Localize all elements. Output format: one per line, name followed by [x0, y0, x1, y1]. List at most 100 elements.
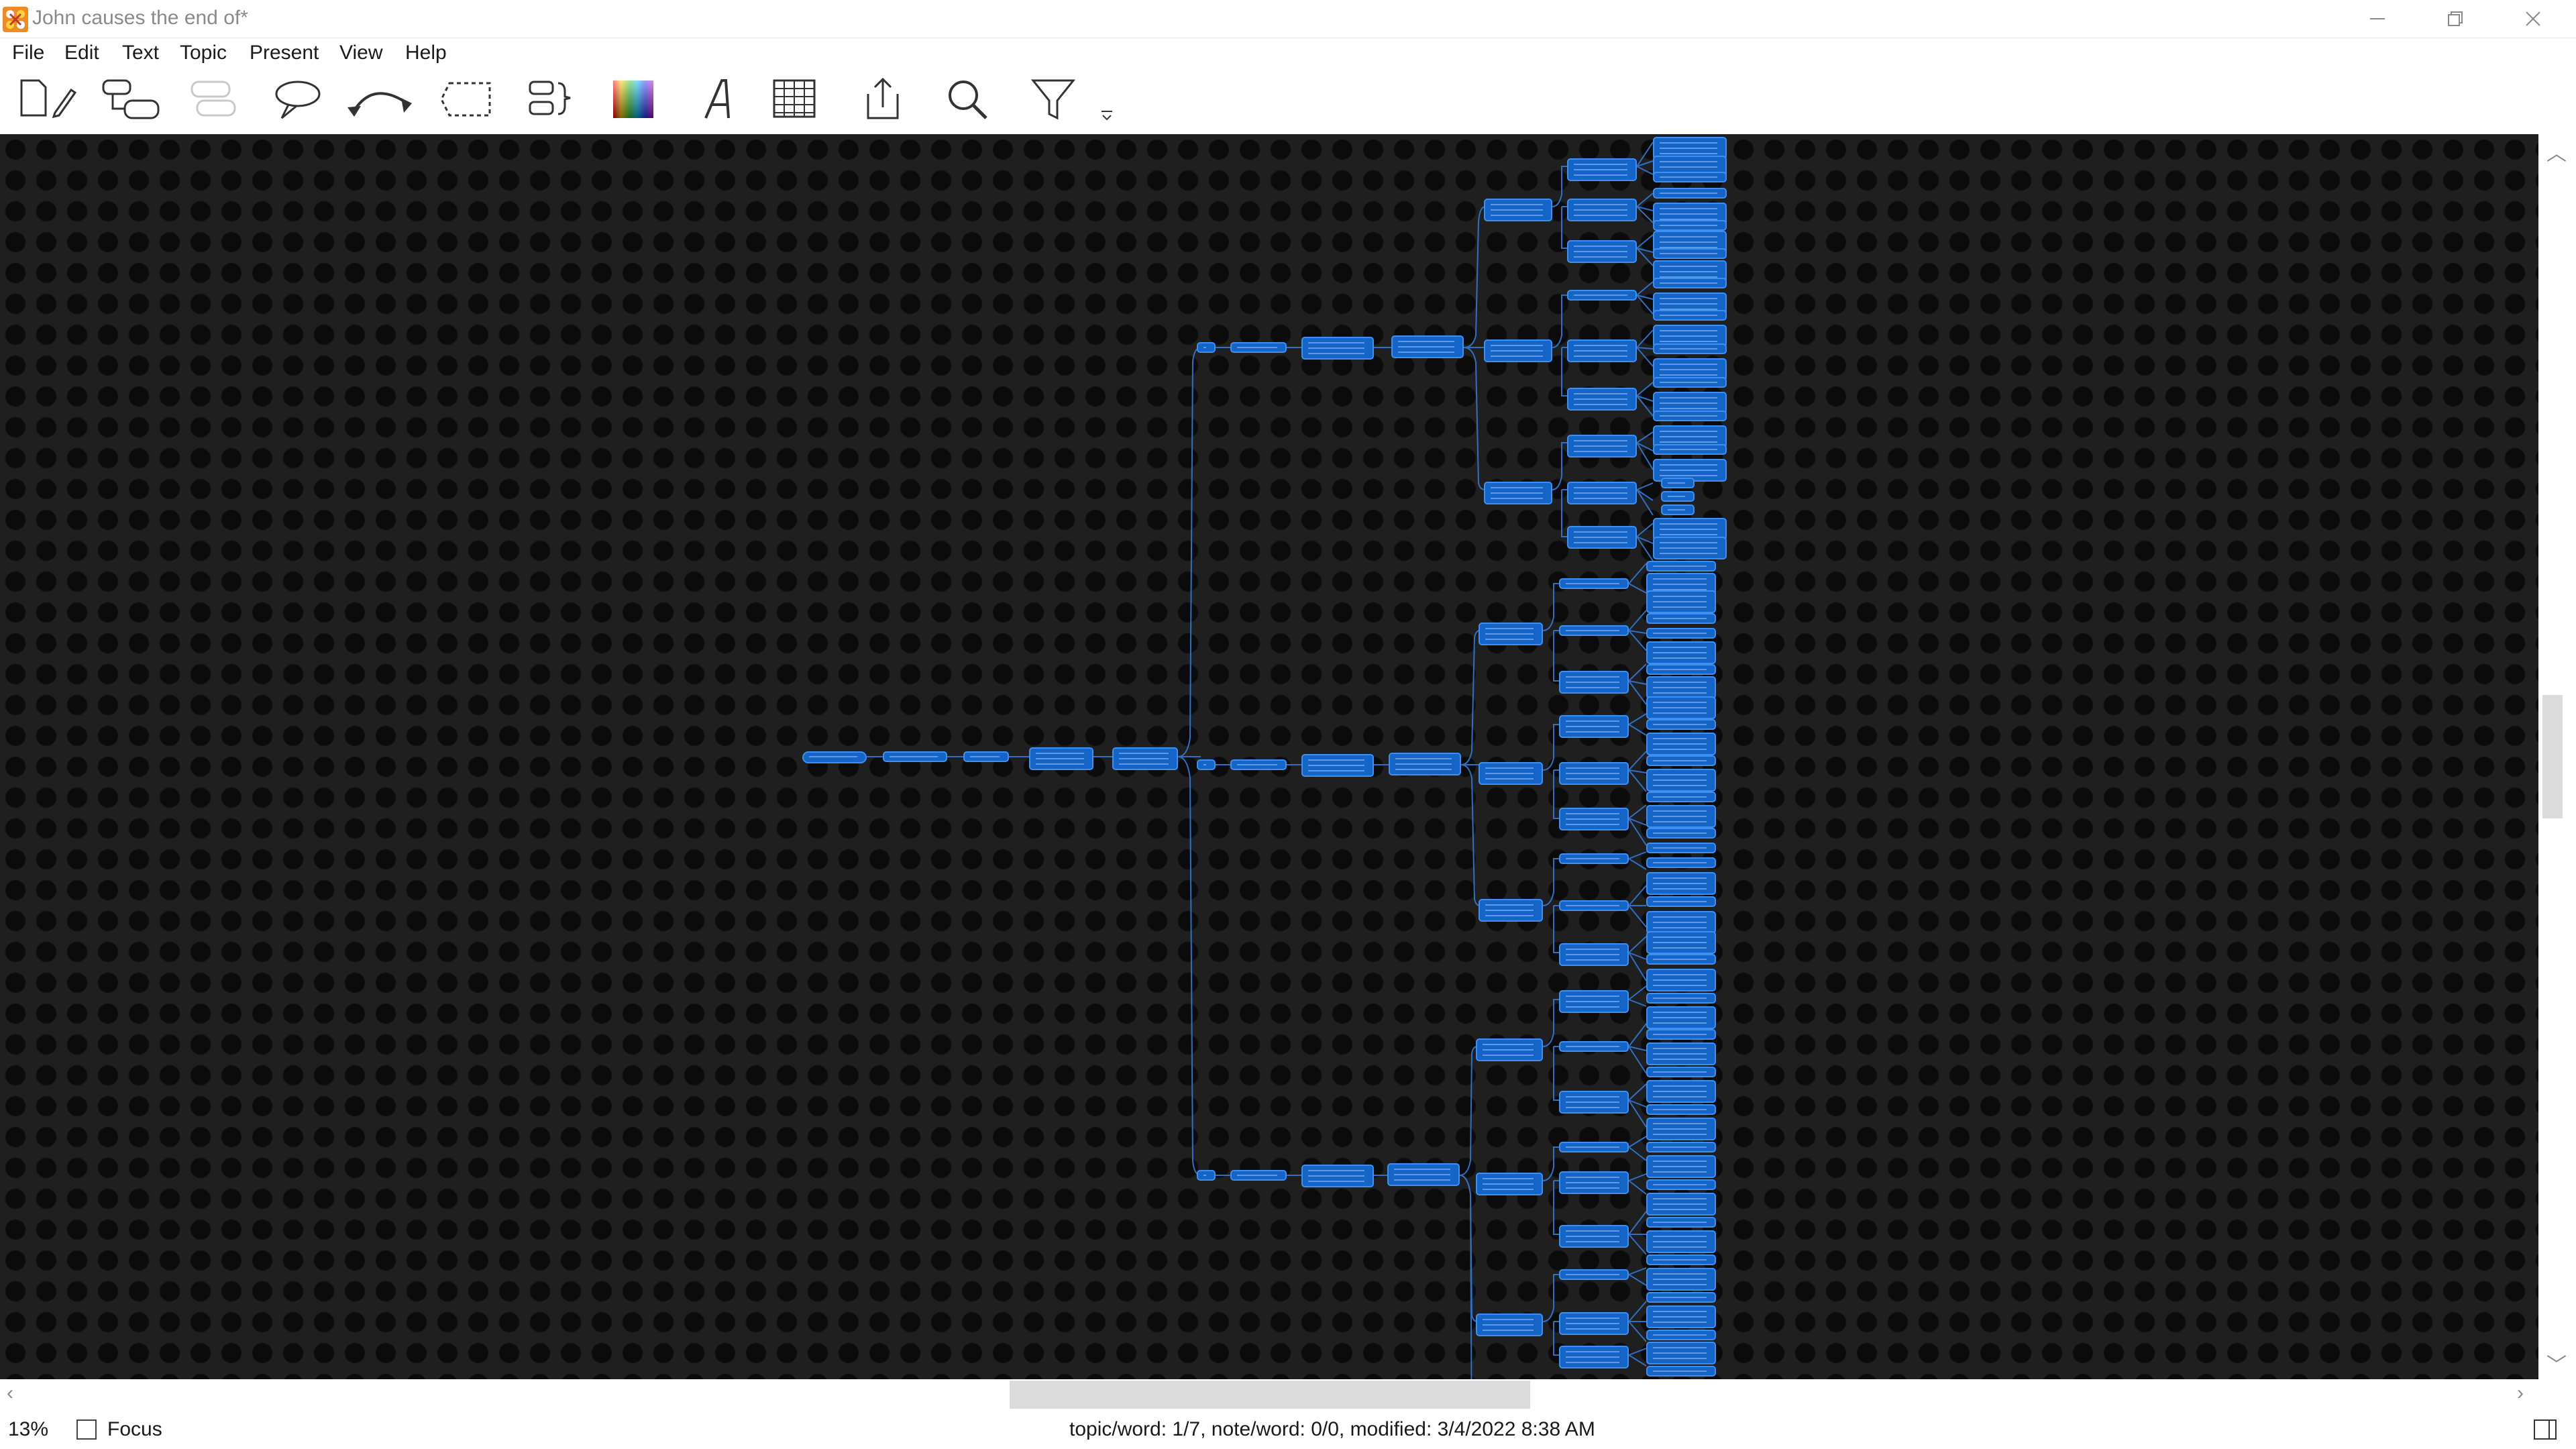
topic-node[interactable]: [1567, 158, 1637, 181]
topic-node[interactable]: [1646, 843, 1716, 853]
topic-node[interactable]: [1567, 199, 1637, 221]
topic-node[interactable]: [1646, 954, 1716, 965]
topic-node[interactable]: [1559, 1091, 1629, 1114]
add-sibling-button[interactable]: [182, 74, 256, 127]
topic-node[interactable]: [1559, 715, 1629, 738]
topic-node[interactable]: [1197, 342, 1216, 353]
horizontal-scroll-thumb[interactable]: [1010, 1381, 1530, 1409]
topic-node[interactable]: [1559, 900, 1629, 911]
topic-node[interactable]: [1559, 853, 1629, 864]
scroll-left-icon[interactable]: ‹: [7, 1382, 13, 1405]
topic-node[interactable]: [1559, 990, 1629, 1013]
topic-node[interactable]: [1559, 943, 1629, 966]
topic-node[interactable]: [1646, 733, 1716, 755]
topic-node[interactable]: [1197, 759, 1216, 770]
topic-node[interactable]: [1646, 769, 1716, 792]
add-subtopic-button[interactable]: [98, 74, 172, 127]
topic-node[interactable]: [1646, 664, 1716, 675]
menu-text[interactable]: Text: [122, 42, 159, 64]
topic-node[interactable]: [1230, 759, 1287, 770]
scroll-up-icon[interactable]: ︿: [2546, 137, 2567, 166]
topic-node[interactable]: [1567, 482, 1637, 504]
topic-node[interactable]: [1112, 747, 1178, 770]
topic-node[interactable]: [1653, 172, 1727, 182]
topic-node[interactable]: [1646, 1193, 1716, 1216]
topic-node[interactable]: [1646, 1230, 1716, 1253]
topic-node[interactable]: [1559, 1142, 1629, 1152]
topic-node[interactable]: [1653, 310, 1727, 321]
topic-node[interactable]: [1646, 1042, 1716, 1065]
topic-node[interactable]: [1559, 671, 1629, 694]
topic-node[interactable]: [1653, 537, 1727, 559]
topic-node[interactable]: [1646, 1342, 1716, 1364]
topic-node[interactable]: [1646, 1080, 1716, 1103]
panel-toggle-icon[interactable]: [2533, 1418, 2557, 1441]
topic-node[interactable]: [1646, 1292, 1716, 1303]
topic-node[interactable]: [1559, 625, 1629, 636]
focus-checkbox[interactable]: [76, 1419, 97, 1440]
close-button[interactable]: [2496, 0, 2571, 38]
topic-node[interactable]: [1567, 290, 1637, 301]
topic-node[interactable]: [1197, 1170, 1216, 1181]
scroll-right-icon[interactable]: ›: [2517, 1382, 2524, 1405]
topic-node[interactable]: [1653, 248, 1727, 259]
topic-node[interactable]: [1559, 578, 1629, 589]
topic-node[interactable]: [1646, 755, 1716, 766]
topic-node[interactable]: [1646, 561, 1716, 572]
topic-node[interactable]: [1653, 220, 1727, 231]
filter-button[interactable]: [1030, 74, 1104, 127]
topic-node[interactable]: [1476, 1173, 1543, 1195]
topic-node[interactable]: [1653, 278, 1727, 288]
callout-button[interactable]: [266, 74, 339, 127]
topic-node[interactable]: [1646, 931, 1716, 954]
topic-node[interactable]: [1646, 1118, 1716, 1140]
topic-node[interactable]: [1646, 1142, 1716, 1152]
menu-present[interactable]: Present: [250, 42, 319, 64]
topic-node[interactable]: [1646, 696, 1716, 719]
topic-node[interactable]: [1646, 1366, 1716, 1377]
topic-node[interactable]: [1567, 526, 1637, 549]
summary-button[interactable]: [523, 74, 597, 127]
topic-node[interactable]: [1646, 805, 1716, 828]
central-topic-node[interactable]: [802, 751, 867, 763]
topic-node[interactable]: [1646, 641, 1716, 664]
topic-node[interactable]: [1646, 1330, 1716, 1340]
topic-node[interactable]: [1301, 754, 1374, 777]
focus-label[interactable]: Focus: [107, 1418, 162, 1441]
minimize-button[interactable]: [2340, 0, 2415, 38]
maximize-button[interactable]: [2418, 0, 2493, 38]
color-palette-button[interactable]: [610, 74, 684, 127]
topic-node[interactable]: [1646, 828, 1716, 839]
topic-node[interactable]: [1476, 1038, 1543, 1061]
topic-node[interactable]: [1646, 1006, 1716, 1029]
zoom-level[interactable]: 13%: [8, 1418, 48, 1441]
topic-node[interactable]: [1484, 482, 1552, 504]
topic-node[interactable]: [1646, 1155, 1716, 1178]
menu-edit[interactable]: Edit: [64, 42, 99, 64]
topic-node[interactable]: [1567, 388, 1637, 411]
menu-help[interactable]: Help: [405, 42, 447, 64]
topic-node[interactable]: [1653, 411, 1727, 421]
topic-node[interactable]: [1559, 808, 1629, 830]
topic-node[interactable]: [1479, 762, 1543, 785]
topic-node[interactable]: [1661, 478, 1695, 488]
topic-node[interactable]: [1646, 1029, 1716, 1040]
topic-node[interactable]: [1567, 339, 1637, 362]
topic-node[interactable]: [1646, 590, 1716, 613]
topic-node[interactable]: [963, 751, 1009, 762]
topic-node[interactable]: [1646, 857, 1716, 868]
topic-node[interactable]: [1567, 240, 1637, 263]
boundary-button[interactable]: [436, 74, 510, 127]
topic-node[interactable]: [1230, 342, 1287, 353]
topic-node[interactable]: [1559, 762, 1629, 785]
topic-node[interactable]: [1646, 628, 1716, 639]
new-document-button[interactable]: [13, 74, 87, 127]
topic-node[interactable]: [1646, 993, 1716, 1004]
topic-node[interactable]: [1646, 613, 1716, 624]
topic-node[interactable]: [1391, 335, 1464, 358]
topic-node[interactable]: [1646, 1254, 1716, 1265]
topic-node[interactable]: [1387, 1163, 1460, 1186]
topic-node[interactable]: [1661, 504, 1695, 515]
toolbar-overflow-button[interactable]: [1097, 74, 1118, 127]
topic-node[interactable]: [1646, 792, 1716, 802]
